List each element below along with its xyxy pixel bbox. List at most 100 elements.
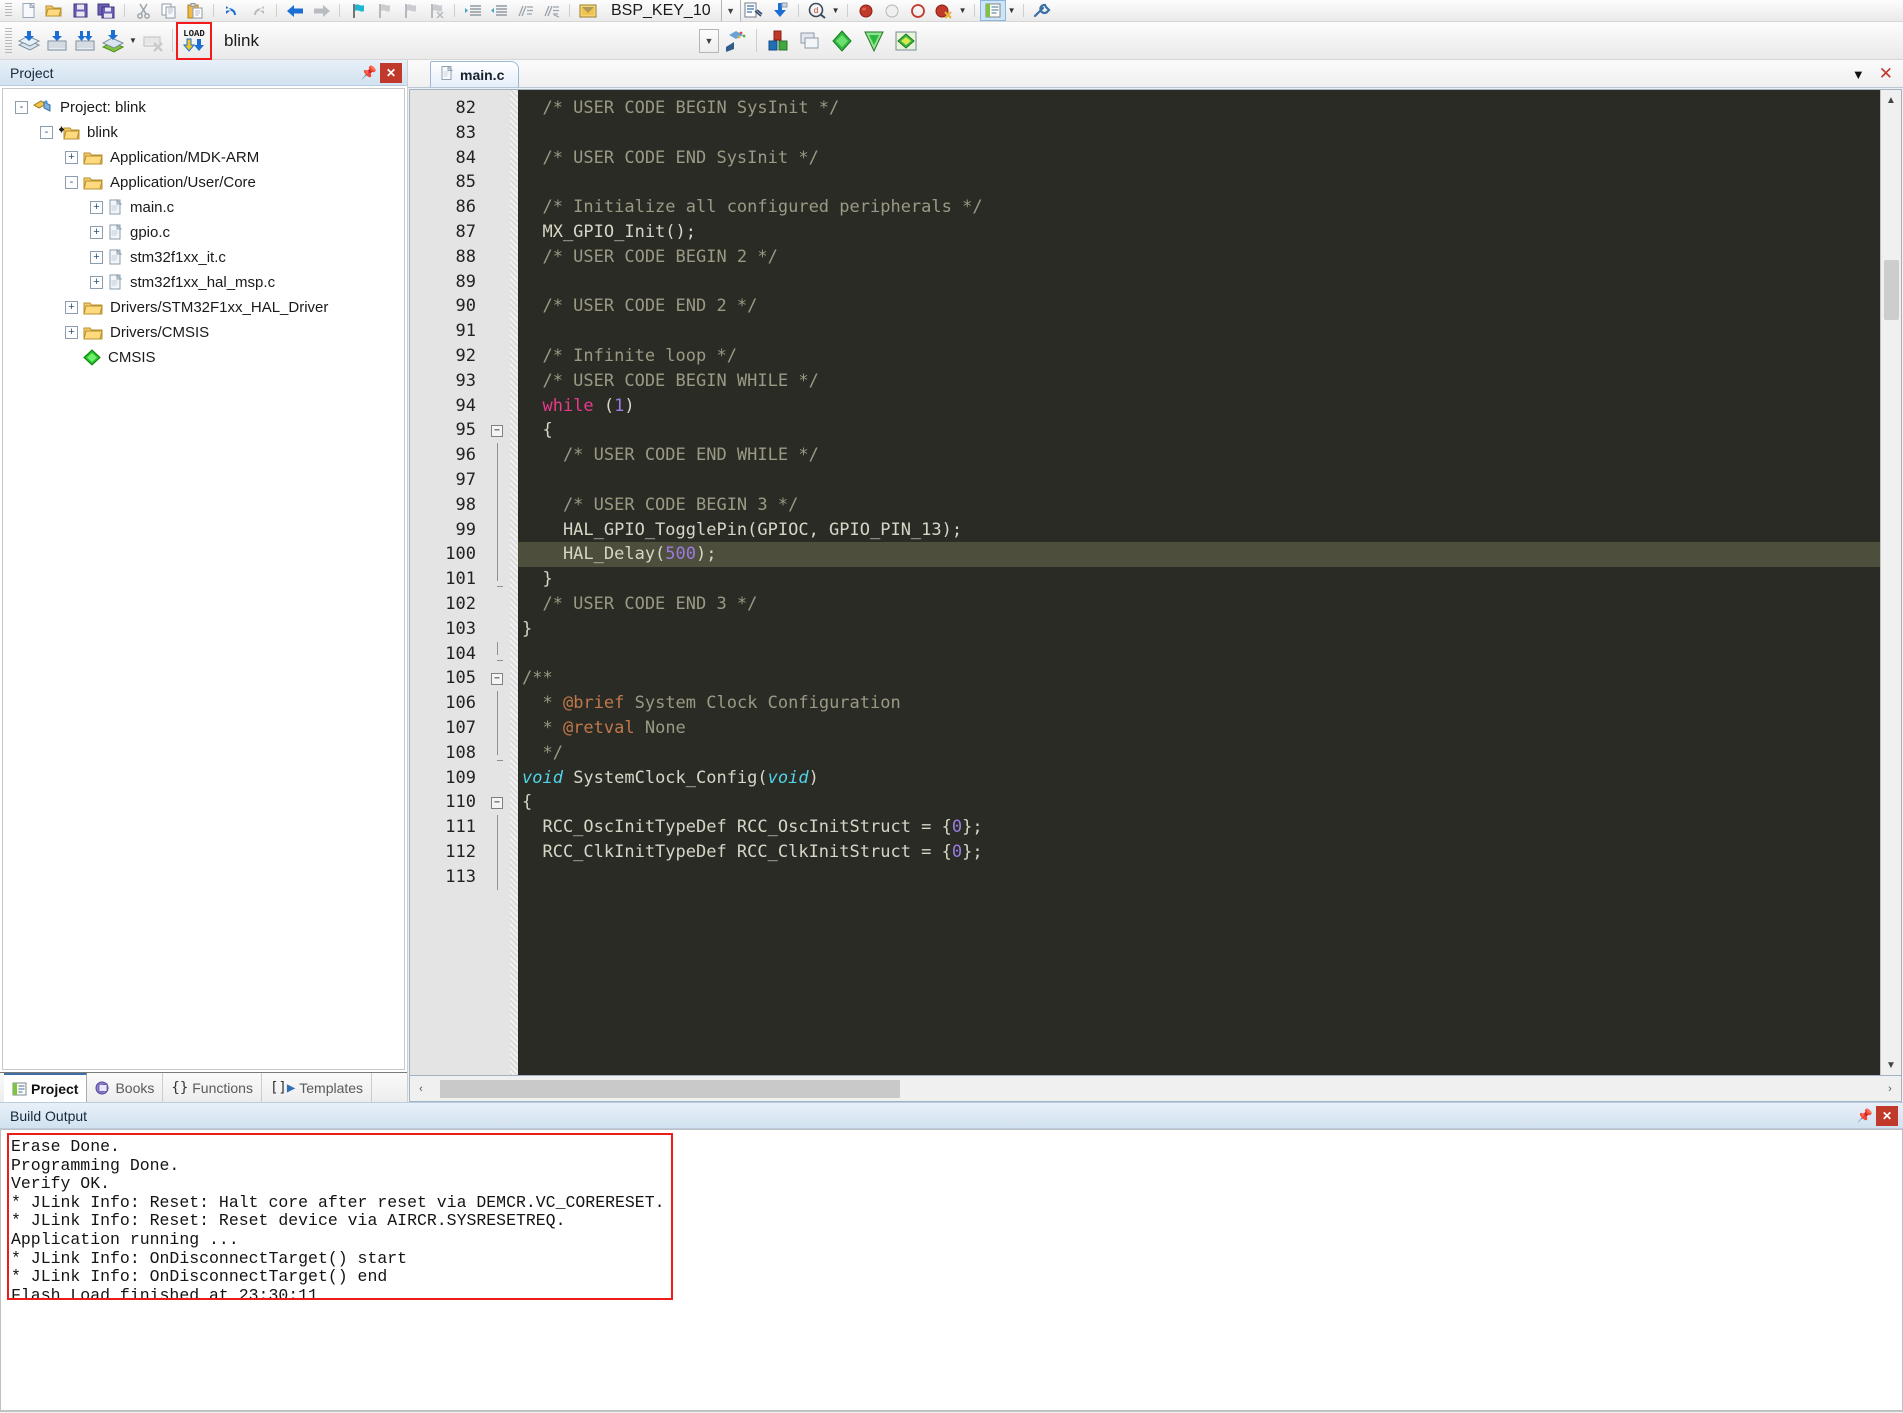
tree-item-application-mdk-arm[interactable]: + Application/MDK-ARM (3, 145, 404, 170)
tree-item-drivers-stm32f1xx-hal-driver[interactable]: + Drivers/STM32F1xx_HAL_Driver (3, 295, 404, 320)
code-line-87[interactable]: MX_GPIO_Init(); (518, 220, 1880, 245)
pin-icon[interactable]: 📌 (1854, 1105, 1876, 1127)
breakpoint-kill-all-icon[interactable] (931, 0, 957, 21)
select-sw-packs-icon[interactable] (794, 28, 826, 54)
expand-toggle-icon[interactable]: + (65, 301, 78, 314)
scroll-right-arrow[interactable]: › (1879, 1077, 1901, 1101)
project-window-dropdown-caret[interactable]: ▼ (1006, 0, 1018, 21)
navigate-back-icon[interactable] (282, 0, 308, 21)
code-line-84[interactable]: /* USER CODE END SysInit */ (518, 146, 1880, 171)
code-line-105[interactable]: /** (518, 666, 1880, 691)
build-icon[interactable] (43, 28, 71, 54)
outdent-icon[interactable] (486, 0, 512, 21)
manage-project-items-icon[interactable] (762, 28, 794, 54)
close-icon[interactable]: ✕ (380, 62, 402, 83)
code-folding-column[interactable]: − − − (484, 90, 510, 1075)
save-icon[interactable] (67, 0, 93, 21)
hscroll-thumb[interactable] (440, 1079, 900, 1098)
batch-build-dropdown-caret[interactable]: ▼ (127, 28, 139, 54)
code-line-98[interactable]: /* USER CODE BEGIN 3 */ (518, 493, 1880, 518)
debug-session-icon[interactable]: d (804, 0, 830, 21)
expand-toggle-icon[interactable]: + (65, 326, 78, 339)
editor-vertical-scrollbar[interactable]: ▲ ▼ (1880, 90, 1901, 1075)
tree-item-cmsis[interactable]: CMSIS (3, 345, 404, 370)
cut-icon[interactable] (130, 0, 156, 21)
tree-item-gpio-c[interactable]: + gpio.c (3, 220, 404, 245)
bookmark-clear-icon[interactable] (423, 0, 449, 21)
download-icon[interactable] (767, 0, 793, 21)
project-tree[interactable]: - Project: blink - blink + Application/MDK-AR… (2, 88, 405, 1070)
components-icon[interactable] (826, 28, 858, 54)
build-output-body[interactable]: Erase Done. Programming Done. Verify OK. * … (0, 1129, 1903, 1411)
code-line-102[interactable]: /* USER CODE END 3 */ (518, 592, 1880, 617)
panel-tab-project[interactable]: Project (4, 1073, 88, 1102)
tree-item-drivers-cmsis[interactable]: + Drivers/CMSIS (3, 320, 404, 345)
breakpoint-insert-icon[interactable] (853, 0, 879, 21)
code-line-103[interactable]: } (518, 617, 1880, 642)
code-line-95[interactable]: { (518, 418, 1880, 443)
collapse-toggle-icon[interactable]: - (65, 176, 78, 189)
code-line-110[interactable]: { (518, 790, 1880, 815)
close-icon[interactable]: ✕ (1879, 64, 1893, 84)
redo-icon[interactable] (245, 0, 271, 21)
code-area[interactable]: 82 83 84 85 86 87 88 89 90 91 92 93 94 95 96 97 98 99 100 1… (410, 90, 1880, 1075)
code-line-106[interactable]: * @brief System Clock Configuration (518, 691, 1880, 716)
code-line-108[interactable]: */ (518, 741, 1880, 766)
fold-collapse-icon[interactable]: − (484, 418, 510, 443)
multi-project-icon[interactable] (890, 28, 922, 54)
code-line-85[interactable] (518, 170, 1880, 195)
rebuild-icon[interactable] (71, 28, 99, 54)
code-line-96[interactable]: /* USER CODE END WHILE */ (518, 443, 1880, 468)
breakpoint-disable-icon[interactable] (879, 0, 905, 21)
code-line-91[interactable] (518, 319, 1880, 344)
pack-installer-icon[interactable] (858, 28, 890, 54)
comment-icon[interactable] (512, 0, 538, 21)
breakpoint-dropdown-caret[interactable]: ▼ (957, 0, 969, 21)
new-file-icon[interactable] (15, 0, 41, 21)
code-line-104[interactable] (518, 642, 1880, 667)
code-line-82[interactable]: /* USER CODE BEGIN SysInit */ (518, 96, 1880, 121)
code-line-101[interactable]: } (518, 567, 1880, 592)
pin-icon[interactable]: 📌 (358, 62, 380, 84)
code-line-111[interactable]: RCC_OscInitTypeDef RCC_OscInitStruct = {… (518, 815, 1880, 840)
tree-item-stm32f1xx-it-c[interactable]: + stm32f1xx_it.c (3, 245, 404, 270)
tab-main-c[interactable]: main.c (430, 61, 520, 87)
code-line-109[interactable]: void SystemClock_Config(void) (518, 766, 1880, 791)
code-line-86[interactable]: /* Initialize all configured peripherals… (518, 195, 1880, 220)
source-code[interactable]: /* USER CODE BEGIN SysInit */ /* USER CO… (518, 90, 1880, 1075)
tree-item-main-c[interactable]: + main.c (3, 195, 404, 220)
batch-build-icon[interactable] (99, 28, 127, 54)
scroll-track[interactable] (1881, 110, 1901, 1055)
expand-toggle-icon[interactable]: + (90, 276, 103, 289)
stop-build-icon[interactable] (139, 28, 167, 54)
scroll-thumb[interactable] (1883, 260, 1899, 320)
code-line-99[interactable]: HAL_GPIO_TogglePin(GPIOC, GPIO_PIN_13); (518, 518, 1880, 543)
build-target-dropdown-arrow[interactable]: ▼ (698, 28, 719, 53)
copy-icon[interactable] (156, 0, 182, 21)
fold-collapse-icon[interactable]: − (484, 790, 510, 815)
configure-icon[interactable] (1029, 0, 1055, 21)
scroll-up-arrow[interactable]: ▲ (1880, 90, 1901, 110)
code-line-97[interactable] (518, 468, 1880, 493)
download-load-icon[interactable]: LOAD (176, 21, 212, 60)
target-dropdown-arrow[interactable]: ▼ (720, 0, 741, 21)
expand-toggle-icon[interactable]: + (90, 251, 103, 264)
tree-item-stm32f1xx-hal-msp-c[interactable]: + stm32f1xx_hal_msp.c (3, 270, 404, 295)
scroll-left-arrow[interactable]: ‹ (410, 1077, 432, 1101)
breakpoint-disable-all-icon[interactable] (905, 0, 931, 21)
tree-item-project-blink[interactable]: - Project: blink (3, 95, 404, 120)
save-all-icon[interactable] (93, 0, 119, 21)
translate-icon[interactable] (15, 28, 43, 54)
tree-item-application-user-core[interactable]: - Application/User/Core (3, 170, 404, 195)
code-line-89[interactable] (518, 270, 1880, 295)
code-line-100[interactable]: HAL_Delay(500); (518, 542, 1880, 568)
expand-toggle-icon[interactable]: + (65, 151, 78, 164)
expand-toggle-icon[interactable]: + (90, 201, 103, 214)
toolbar-grip[interactable] (5, 3, 12, 18)
build-toolbar-grip[interactable] (5, 27, 12, 54)
bookmark-toggle-icon[interactable] (345, 0, 371, 21)
code-line-94[interactable]: while (1) (518, 394, 1880, 419)
paste-icon[interactable] (182, 0, 208, 21)
tree-item-blink[interactable]: - blink (3, 120, 404, 145)
build-target-selector-value[interactable]: blink (210, 31, 269, 51)
